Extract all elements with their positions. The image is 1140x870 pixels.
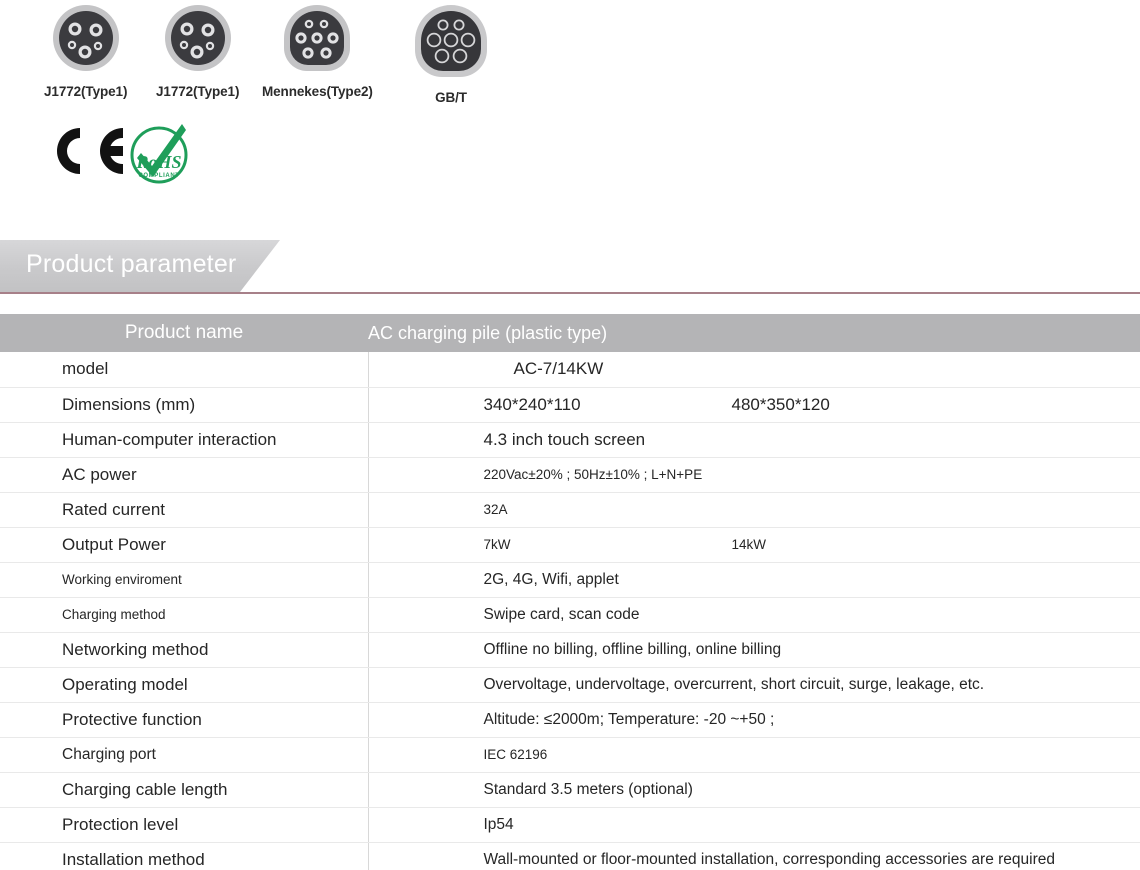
table-body: model AC-7/14KW Dimensions (mm) 340*240*110…	[0, 352, 1140, 870]
row-value: 7kW 14kW	[368, 527, 1140, 563]
table-row: Protection level Ip54	[0, 807, 1140, 843]
gbt-connector-icon	[412, 2, 490, 80]
mennekes-type2-connector-icon	[281, 2, 353, 74]
row-label: Charging cable length	[0, 772, 369, 808]
section-banner: Product parameter	[0, 240, 1140, 308]
row-label: Dimensions (mm)	[0, 387, 369, 423]
svg-text:RoHS: RoHS	[135, 152, 181, 172]
row-value: IEC 62196	[368, 737, 1140, 773]
table-row: Output Power 7kW 14kW	[0, 527, 1140, 563]
row-value: Standard 3.5 meters (optional)	[368, 772, 1140, 808]
row-label: Rated current	[0, 492, 369, 528]
table-row: Human-computer interaction 4.3 inch touch…	[0, 422, 1140, 458]
row-value: 340*240*110 480*350*120	[368, 387, 1140, 423]
row-value: 4.3 inch touch screen	[368, 422, 1140, 458]
row-value: Altitude: ≤2000m; Temperature: -20 ~+50 …	[368, 702, 1140, 738]
table-row: Dimensions (mm) 340*240*110 480*350*120	[0, 387, 1140, 423]
j1772-type1-connector-icon	[50, 2, 122, 74]
j1772-type1-connector-icon	[162, 2, 234, 74]
row-label: Working enviroment	[0, 562, 369, 598]
row-label: Human-computer interaction	[0, 422, 369, 458]
row-value: Overvoltage, undervoltage, overcurrent, …	[368, 667, 1140, 703]
row-label: Installation method	[0, 842, 369, 870]
connector-item-2: Mennekes(Type2)	[262, 2, 373, 99]
certification-logos: RoHS COMPLIANT	[0, 112, 1140, 222]
header-product-name: Product name	[0, 314, 368, 352]
row-value: Wall-mounted or floor-mounted installati…	[368, 842, 1140, 870]
connector-label: GB/T	[435, 90, 467, 105]
table-row: model AC-7/14KW	[0, 352, 1140, 388]
connector-item-1: J1772(Type1)	[156, 2, 239, 99]
table-header-row: Product name AC charging pile (plastic t…	[0, 314, 1140, 352]
row-value-primary: 7kW	[483, 537, 511, 552]
row-value: AC-7/14KW	[368, 352, 1140, 388]
connector-item-3: GB/T	[412, 2, 490, 105]
row-value: Offline no billing, offline billing, onl…	[368, 632, 1140, 668]
row-label: Output Power	[0, 527, 369, 563]
table-row: Charging method Swipe card, scan code	[0, 597, 1140, 633]
row-label: Operating model	[0, 667, 369, 703]
row-value: 220Vac±20% ; 50Hz±10% ; L+N+PE	[368, 457, 1140, 493]
table-row: Charging cable length Standard 3.5 meters…	[0, 772, 1140, 808]
product-parameter-table: Product name AC charging pile (plastic t…	[0, 314, 1140, 870]
connector-types-strip: J1772(Type1) J1772(Type1) Mennekes(Type2…	[0, 0, 1140, 112]
row-label: AC power	[0, 457, 369, 493]
table-row: Rated current 32A	[0, 492, 1140, 528]
header-product-value: AC charging pile (plastic type)	[368, 314, 1140, 352]
table-row: Networking method Offline no billing, off…	[0, 632, 1140, 668]
row-value: 32A	[368, 492, 1140, 528]
svg-text:COMPLIANT: COMPLIANT	[138, 173, 179, 179]
row-value-secondary: 14kW	[731, 537, 767, 552]
row-label: Protective function	[0, 702, 369, 738]
section-title: Product parameter	[26, 250, 237, 278]
table-row: Protective function Altitude: ≤2000m; Tem…	[0, 702, 1140, 738]
rohs-compliant-icon: RoHS COMPLIANT	[126, 122, 192, 193]
table-row: Working enviroment 2G, 4G, Wifi, applet	[0, 562, 1140, 598]
table-row: Charging port IEC 62196	[0, 737, 1140, 773]
connector-label: J1772(Type1)	[44, 84, 128, 99]
row-label: Networking method	[0, 632, 369, 668]
table-row: Operating model Overvoltage, undervoltage…	[0, 667, 1140, 703]
row-value-secondary: 480*350*120	[731, 394, 830, 414]
row-label: model	[0, 352, 369, 388]
row-value: Ip54	[368, 807, 1140, 843]
connector-label: J1772(Type1)	[156, 84, 240, 99]
banner-rule	[0, 292, 1140, 294]
ce-mark-icon	[44, 120, 134, 187]
connector-item-0: J1772(Type1)	[44, 2, 127, 99]
row-value-primary: 340*240*110	[483, 394, 581, 414]
table-row: Installation method Wall-mounted or floor…	[0, 842, 1140, 870]
row-label: Charging port	[0, 737, 369, 773]
row-value: 2G, 4G, Wifi, applet	[368, 562, 1140, 598]
row-label: Protection level	[0, 807, 369, 843]
row-label: Charging method	[0, 597, 369, 633]
row-value: Swipe card, scan code	[368, 597, 1140, 633]
table-row: AC power 220Vac±20% ; 50Hz±10% ; L+N+PE	[0, 457, 1140, 493]
connector-label: Mennekes(Type2)	[262, 84, 373, 99]
